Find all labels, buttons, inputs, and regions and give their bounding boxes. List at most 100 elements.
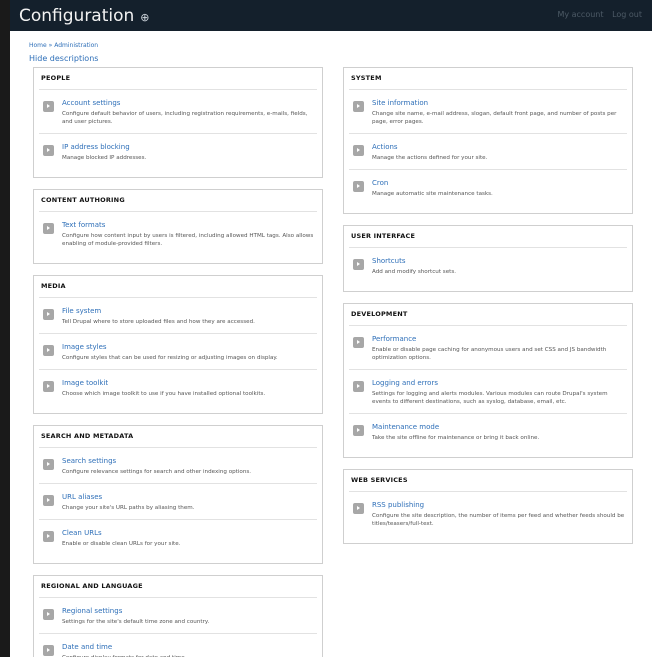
item-link[interactable]: Search settings <box>62 456 317 466</box>
item-link[interactable]: Actions <box>372 142 627 152</box>
item-description: Take the site offline for maintenance or… <box>372 435 540 441</box>
arrow-right-icon <box>43 381 54 392</box>
config-item-cron: Cron Manage automatic site maintenance ta… <box>349 169 627 205</box>
config-item-regional-settings: Regional settings Settings for the site's… <box>39 597 317 633</box>
arrow-right-icon <box>43 531 54 542</box>
item-link[interactable]: URL aliases <box>62 492 317 502</box>
panel-heading: CONTENT AUTHORING <box>41 196 125 204</box>
item-description: Manage blocked IP addresses. <box>62 155 147 161</box>
panel-system: SYSTEM Site information Change site name, … <box>343 67 633 214</box>
item-text: Performance Enable or disable page cachin… <box>372 334 627 362</box>
config-item-url-aliases: URL aliases Change your site's URL paths … <box>39 483 317 519</box>
item-description: Enable or disable page caching for anony… <box>372 347 607 361</box>
item-text: Date and timeConfigure display formats f… <box>62 642 317 657</box>
arrow-right-icon <box>43 609 54 620</box>
item-link[interactable]: RSS publishing <box>372 500 627 510</box>
item-link[interactable]: Clean URLs <box>62 528 317 538</box>
item-text: Image toolkit Choose which image toolkit … <box>62 378 317 398</box>
arrow-right-icon <box>43 145 54 156</box>
config-item-ip-address-blocking: IP address blocking Manage blocked IP add… <box>39 133 317 169</box>
panel-development: DEVELOPMENT Performance Enable or disable … <box>343 303 633 458</box>
item-link[interactable]: Site information <box>372 98 627 108</box>
item-text: RSS publishing Configure the site descrip… <box>372 500 627 528</box>
item-link[interactable]: Logging and errors <box>372 378 627 388</box>
item-description: Add and modify shortcut sets. <box>372 269 457 275</box>
config-item-performance: Performance Enable or disable page cachin… <box>349 325 627 369</box>
panel-user-interface: USER INTERFACE Shortcuts Add and modify sh… <box>343 225 633 292</box>
item-link[interactable]: Shortcuts <box>372 256 627 266</box>
config-item-rss-publishing: RSS publishing Configure the site descrip… <box>349 491 627 535</box>
item-description: Enable or disable clean URLs for your si… <box>62 541 181 547</box>
item-link[interactable]: Maintenance mode <box>372 422 627 432</box>
item-link[interactable]: Image styles <box>62 342 317 352</box>
panel-heading: MEDIA <box>41 282 66 290</box>
header-bar: Configuration ⊕ My account Log out <box>10 0 652 31</box>
arrow-right-icon <box>353 425 364 436</box>
item-description: Settings for logging and alerts modules.… <box>372 391 608 405</box>
panel-content-authoring: CONTENT AUTHORING Text formats Configure h… <box>33 189 323 264</box>
arrow-right-icon <box>43 459 54 470</box>
item-description: Change site name, e-mail address, slogan… <box>372 111 617 125</box>
arrow-right-icon <box>353 337 364 348</box>
page-title: Configuration <box>19 5 135 26</box>
item-link[interactable]: IP address blocking <box>62 142 317 152</box>
item-link[interactable]: Performance <box>372 334 627 344</box>
item-text: IP address blocking Manage blocked IP add… <box>62 142 317 162</box>
panel-heading: PEOPLE <box>41 74 71 82</box>
breadcrumb[interactable]: Home » Administration <box>29 42 98 49</box>
item-text: Maintenance mode Take the site offline fo… <box>372 422 627 442</box>
arrow-right-icon <box>353 181 364 192</box>
add-shortcut-star-icon[interactable]: ⊕ <box>140 11 149 24</box>
panel-web-services: WEB SERVICES RSS publishing Configure the … <box>343 469 633 544</box>
panel-people: PEOPLE Account settings Configure default … <box>33 67 323 178</box>
item-text: Text formats Configure how content input … <box>62 220 317 248</box>
item-description: Tell Drupal where to store uploaded file… <box>62 319 255 325</box>
item-link[interactable]: Image toolkit <box>62 378 317 388</box>
my-account-link[interactable]: My account <box>557 10 603 19</box>
config-item-actions: Actions Manage the actions defined for yo… <box>349 133 627 169</box>
user-links: My account Log out <box>551 10 642 19</box>
arrow-right-icon <box>353 503 364 514</box>
hide-descriptions-link[interactable]: Hide descriptions <box>29 54 98 63</box>
item-text: Shortcuts Add and modify shortcut sets. <box>372 256 627 276</box>
item-text: Site information Change site name, e-mail… <box>372 98 627 126</box>
config-item-clean-urls: Clean URLs Enable or disable clean URLs f… <box>39 519 317 555</box>
arrow-right-icon <box>353 101 364 112</box>
config-item-date-and-time: Date and timeConfigure display formats f… <box>39 633 317 657</box>
arrow-right-icon <box>43 345 54 356</box>
item-link[interactable]: Text formats <box>62 220 317 230</box>
item-text: Cron Manage automatic site maintenance ta… <box>372 178 627 198</box>
item-link[interactable]: Regional settings <box>62 606 317 616</box>
panel-regional-and-language: REGIONAL AND LANGUAGE Regional settings Se… <box>33 575 323 657</box>
config-item-maintenance-mode: Maintenance mode Take the site offline fo… <box>349 413 627 449</box>
item-description: Change your site's URL paths by aliasing… <box>62 505 195 511</box>
arrow-right-icon <box>43 223 54 234</box>
item-description: Configure default behavior of users, inc… <box>62 111 308 125</box>
item-description: Configure relevance settings for search … <box>62 469 252 475</box>
item-link[interactable]: File system <box>62 306 317 316</box>
arrow-right-icon <box>43 309 54 320</box>
arrow-right-icon <box>353 145 364 156</box>
item-text: Clean URLs Enable or disable clean URLs f… <box>62 528 317 548</box>
panel-search-and-metadata: SEARCH AND METADATA Search settings Config… <box>33 425 323 564</box>
config-item-account-settings: Account settings Configure default behavi… <box>39 89 317 133</box>
config-item-search-settings: Search settings Configure relevance setti… <box>39 447 317 483</box>
item-link[interactable]: Cron <box>372 178 627 188</box>
item-link[interactable]: Date and time <box>62 642 317 652</box>
left-edge-strip <box>0 0 10 657</box>
panel-heading: WEB SERVICES <box>351 476 408 484</box>
panel-heading: SYSTEM <box>351 74 382 82</box>
item-text: Regional settings Settings for the site's… <box>62 606 317 626</box>
item-link[interactable]: Account settings <box>62 98 317 108</box>
config-item-logging-and-errors: Logging and errors Settings for logging a… <box>349 369 627 413</box>
item-description: Manage automatic site maintenance tasks. <box>372 191 493 197</box>
panel-heading: USER INTERFACE <box>351 232 416 240</box>
item-text: File system Tell Drupal where to store up… <box>62 306 317 326</box>
right-column: SYSTEM Site information Change site name, … <box>343 67 633 555</box>
panel-heading: SEARCH AND METADATA <box>41 432 134 440</box>
config-item-shortcuts: Shortcuts Add and modify shortcut sets. <box>349 247 627 283</box>
log-out-link[interactable]: Log out <box>612 10 642 19</box>
arrow-right-icon <box>353 259 364 270</box>
panel-heading: DEVELOPMENT <box>351 310 408 318</box>
arrow-right-icon <box>43 495 54 506</box>
